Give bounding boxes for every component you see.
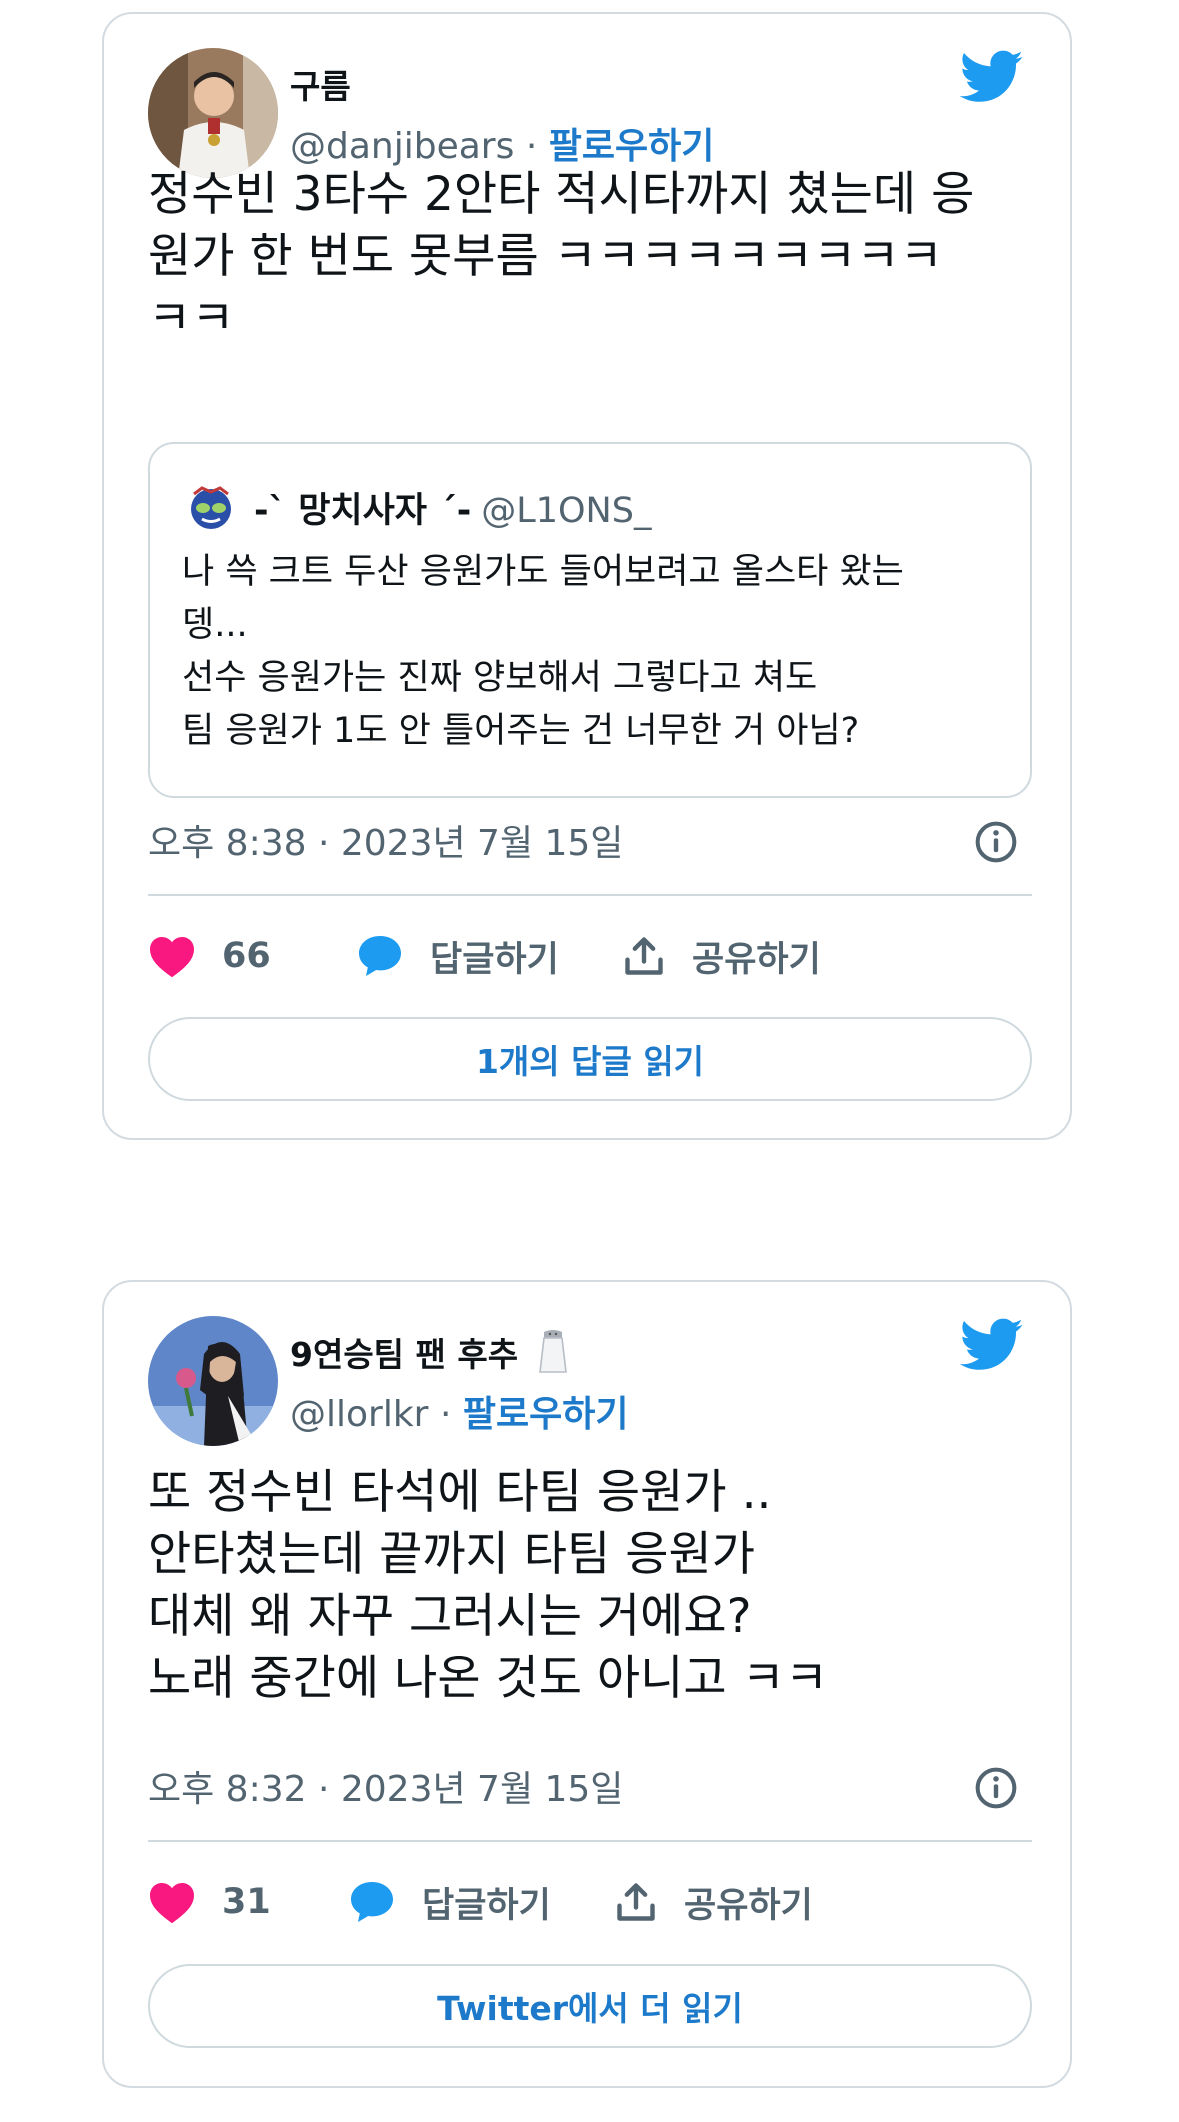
share-button[interactable]: 공유하기 — [614, 1872, 813, 1932]
divider — [148, 1840, 1032, 1842]
like-count: 31 — [222, 1882, 271, 1922]
quote-handle: @L1ONS_ — [481, 491, 652, 531]
display-name[interactable]: 구름 — [290, 60, 351, 108]
quote-display-name: -` 망치사자 ´- — [254, 491, 472, 531]
tweet-text-line: 정수빈 3타수 2안타 적시타까지 쳤는데 응 — [148, 167, 975, 222]
info-icon[interactable] — [974, 820, 1018, 864]
tweet-card-1: 구름 @danjibears · 팔로우하기 정수빈 3타수 2안타 적시타까지… — [102, 12, 1072, 1140]
display-name[interactable]: 9연승팀 팬 후추 — [290, 1328, 570, 1376]
reply-button[interactable]: 답글하기 — [348, 1872, 551, 1932]
separator: · — [439, 1394, 452, 1435]
tweet-text-line: 안타쳤는데 끝까지 타팀 응원가 — [148, 1527, 755, 1582]
heart-icon — [150, 937, 194, 978]
speech-bubble-icon — [351, 1882, 393, 1922]
quote-text-line: 팀 응원가 1도 안 틀어주는 건 너무한 거 아님? — [182, 711, 860, 751]
tweet-text-line: 대체 왜 자꾸 그러시는 거에요? — [148, 1589, 752, 1644]
like-button[interactable]: 31 — [148, 1872, 271, 1932]
quote-avatar — [182, 478, 240, 536]
divider — [148, 894, 1032, 896]
tweet-text-line: 또 정수빈 타석에 타팀 응원가 .. — [148, 1465, 772, 1520]
handle[interactable]: @llorlkr — [290, 1394, 428, 1435]
follow-link[interactable]: 팔로우하기 — [549, 126, 715, 167]
timestamp[interactable]: 오후 8:32 · 2023년 7월 15일 — [148, 1760, 623, 1812]
share-label: 공유하기 — [684, 1885, 813, 1926]
quote-text-line: 선수 응원가는 진짜 양보해서 그렇다고 쳐도 — [182, 658, 818, 698]
reply-label: 답글하기 — [422, 1885, 551, 1926]
handle[interactable]: @danjibears — [290, 126, 514, 167]
handle-line: @llorlkr · 팔로우하기 — [290, 1385, 628, 1437]
display-name-text: 9연승팀 팬 후추 — [290, 1335, 519, 1374]
avatar[interactable] — [148, 48, 278, 178]
info-icon[interactable] — [974, 1766, 1018, 1810]
speech-bubble-icon — [359, 936, 401, 976]
tweet-text-line: 원가 한 번도 못부름 ㅋㅋㅋㅋㅋㅋㅋㅋㅋ — [148, 229, 943, 284]
separator: · — [525, 126, 538, 167]
read-replies-button[interactable]: 1개의 답글 읽기 — [148, 1017, 1032, 1101]
twitter-bird-icon[interactable] — [960, 1318, 1024, 1372]
quote-text: 나 쓱 크트 두산 응원가도 들어보려고 올스타 왔는 뎅... 선수 응원가는… — [182, 546, 1010, 758]
tweet-text: 또 정수빈 타석에 타팀 응원가 .. 안타쳤는데 끝까지 타팀 응원가 대체 … — [148, 1462, 1030, 1710]
avatar[interactable] — [148, 1316, 278, 1446]
follow-link[interactable]: 팔로우하기 — [463, 1394, 629, 1435]
tweet-card-2: 9연승팀 팬 후추 @llorlkr · 팔로우하기 또 정수빈 타석에 타팀 … — [102, 1280, 1072, 2088]
tweet-actions: 31 답글하기 공유하기 — [148, 1872, 1032, 1932]
share-button[interactable]: 공유하기 — [622, 926, 821, 986]
heart-icon — [150, 1883, 194, 1924]
reply-label: 답글하기 — [430, 939, 559, 980]
quote-text-line: 나 쓱 크트 두산 응원가도 들어보려고 올스타 왔는 — [182, 552, 904, 592]
quoted-tweet[interactable]: -` 망치사자 ´- @L1ONS_ 나 쓱 크트 두산 응원가도 들어보려고 올… — [148, 442, 1032, 798]
quote-text-line: 뎅... — [182, 605, 248, 645]
tweet-text-line: ㅋㅋ — [148, 291, 235, 346]
twitter-bird-icon[interactable] — [960, 50, 1024, 104]
tweet-actions: 66 답글하기 공유하기 — [148, 926, 1032, 986]
quote-author: -` 망치사자 ´- @L1ONS_ — [254, 482, 651, 533]
share-upload-icon — [625, 937, 663, 975]
like-button[interactable]: 66 — [148, 926, 271, 986]
share-label: 공유하기 — [692, 939, 821, 980]
handle-line: @danjibears · 팔로우하기 — [290, 117, 714, 169]
salt-shaker-icon — [538, 1330, 567, 1373]
like-count: 66 — [222, 936, 271, 976]
read-more-on-twitter-button[interactable]: Twitter에서 더 읽기 — [148, 1964, 1032, 2048]
tweet-text-line: 노래 중간에 나온 것도 아니고 ㅋㅋ — [148, 1651, 829, 1706]
share-upload-icon — [617, 1883, 655, 1921]
tweet-text: 정수빈 3타수 2안타 적시타까지 쳤는데 응 원가 한 번도 못부름 ㅋㅋㅋㅋ… — [148, 164, 1030, 350]
reply-button[interactable]: 답글하기 — [356, 926, 559, 986]
timestamp[interactable]: 오후 8:38 · 2023년 7월 15일 — [148, 814, 623, 866]
